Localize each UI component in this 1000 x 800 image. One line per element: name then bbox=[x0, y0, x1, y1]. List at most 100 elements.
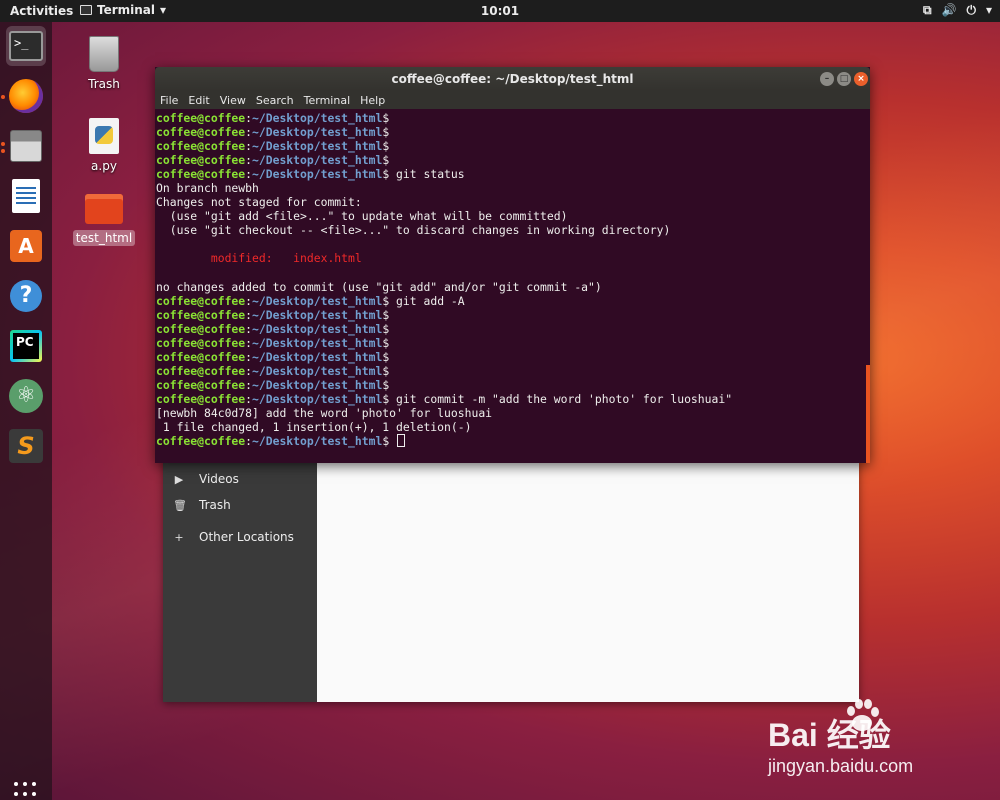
prompt-separator: : bbox=[245, 377, 253, 392]
software-store-icon: A bbox=[10, 230, 42, 262]
terminal-prompt-line: coffee@coffee:~/Desktop/test_html$ bbox=[156, 139, 869, 153]
prompt-command: $ bbox=[382, 125, 390, 140]
prompt-command: $ git commit -m "add the word 'photo' fo… bbox=[382, 391, 733, 406]
terminal-prompt-line: coffee@coffee:~/Desktop/test_html$ bbox=[156, 322, 869, 336]
prompt-path: ~/Desktop/test_html bbox=[252, 167, 383, 182]
terminal-output-line: 1 file changed, 1 insertion(+), 1 deleti… bbox=[156, 420, 869, 434]
terminal-prompt-line: coffee@coffee:~/Desktop/test_html$ git s… bbox=[156, 167, 869, 181]
folder-icon bbox=[85, 194, 123, 224]
prompt-command: $ bbox=[382, 321, 390, 336]
system-tray[interactable]: ⧉ 🔊 ⏻ ▾ bbox=[923, 3, 992, 18]
desktop-icon-label: test_html bbox=[72, 230, 136, 246]
desktop-icon-a-py[interactable]: a.py bbox=[72, 118, 136, 174]
prompt-path: ~/Desktop/test_html bbox=[252, 293, 383, 308]
dock-item-terminal[interactable]: >_ bbox=[6, 26, 46, 66]
dock: >_ A ? PC ⚛ S bbox=[0, 22, 52, 800]
prompt-command: $ bbox=[382, 111, 390, 125]
terminal-prompt-line: coffee@coffee:~/Desktop/test_html$ bbox=[156, 434, 869, 448]
prompt-separator: : bbox=[245, 139, 253, 154]
terminal-prompt-line: coffee@coffee:~/Desktop/test_html$ git c… bbox=[156, 392, 869, 406]
terminal-prompt-line: coffee@coffee:~/Desktop/test_html$ git a… bbox=[156, 294, 869, 308]
window-title: coffee@coffee: ~/Desktop/test_html bbox=[391, 72, 634, 86]
dock-item-sublime[interactable]: S bbox=[6, 426, 46, 466]
prompt-command: $ bbox=[382, 349, 390, 364]
files-content-area[interactable] bbox=[317, 460, 859, 702]
running-indicator bbox=[1, 95, 5, 99]
prompt-separator: : bbox=[245, 307, 253, 322]
chevron-down-icon: ▾ bbox=[985, 3, 992, 17]
prompt-separator: : bbox=[245, 111, 253, 125]
sublime-text-icon: S bbox=[9, 429, 43, 463]
desktop-icon-label: Trash bbox=[88, 77, 120, 91]
show-applications-icon[interactable] bbox=[14, 782, 38, 800]
dock-item-pycharm[interactable]: PC bbox=[6, 326, 46, 366]
close-button[interactable]: × bbox=[854, 72, 868, 86]
minimize-button[interactable]: – bbox=[820, 72, 834, 86]
prompt-command: $ bbox=[382, 307, 390, 322]
terminal-prompt-line: coffee@coffee:~/Desktop/test_html$ bbox=[156, 111, 869, 125]
prompt-separator: : bbox=[245, 434, 253, 449]
sidebar-item-videos[interactable]: ▶ Videos bbox=[173, 472, 239, 486]
prompt-separator: : bbox=[245, 349, 253, 364]
text-cursor bbox=[397, 434, 406, 448]
terminal-window: coffee@coffee: ~/Desktop/test_html – □ ×… bbox=[155, 67, 870, 463]
sidebar-item-trash[interactable]: 🗑 Trash bbox=[173, 498, 231, 512]
prompt-separator: : bbox=[245, 321, 253, 336]
scrollbar[interactable] bbox=[866, 365, 870, 463]
dock-item-files[interactable] bbox=[6, 126, 46, 166]
dock-item-software[interactable]: A bbox=[6, 226, 46, 266]
menu-edit[interactable]: Edit bbox=[188, 94, 209, 107]
prompt-separator: : bbox=[245, 391, 253, 406]
menu-help[interactable]: Help bbox=[360, 94, 385, 107]
prompt-separator: : bbox=[245, 167, 253, 182]
dock-item-atom[interactable]: ⚛ bbox=[6, 376, 46, 416]
terminal-output-line: (use "git add <file>..." to update what … bbox=[156, 209, 869, 223]
menu-search[interactable]: Search bbox=[256, 94, 294, 107]
video-icon: ▶ bbox=[174, 472, 184, 486]
terminal-output[interactable]: coffee@coffee:~/Desktop/test_html$ coffee… bbox=[155, 110, 870, 463]
terminal-prompt-line: coffee@coffee:~/Desktop/test_html$ bbox=[156, 336, 869, 350]
dock-item-help[interactable]: ? bbox=[6, 276, 46, 316]
sidebar-item-label: Trash bbox=[199, 498, 231, 512]
prompt-user-host: coffee@coffee bbox=[156, 363, 246, 378]
prompt-user-host: coffee@coffee bbox=[156, 153, 246, 168]
prompt-path: ~/Desktop/test_html bbox=[252, 139, 383, 154]
prompt-command: $ bbox=[382, 335, 390, 350]
modified-file-line: modified: index.html bbox=[156, 251, 362, 266]
maximize-button[interactable]: □ bbox=[837, 72, 851, 86]
baidu-watermark: Bai 经验 jingyan.baidu.com bbox=[768, 699, 968, 780]
menu-terminal[interactable]: Terminal bbox=[304, 94, 351, 107]
terminal-prompt-line: coffee@coffee:~/Desktop/test_html$ bbox=[156, 125, 869, 139]
output-text: Changes not staged for commit: bbox=[156, 195, 362, 210]
window-titlebar[interactable]: coffee@coffee: ~/Desktop/test_html – □ × bbox=[155, 67, 870, 91]
menu-file[interactable]: File bbox=[160, 94, 178, 107]
desktop-icon-trash[interactable]: Trash bbox=[72, 36, 136, 92]
clock[interactable]: 10:01 bbox=[0, 4, 1000, 18]
prompt-separator: : bbox=[245, 125, 253, 140]
output-text: no changes added to commit (use "git add… bbox=[156, 279, 602, 294]
atom-icon: ⚛ bbox=[9, 379, 43, 413]
plus-icon: + bbox=[174, 530, 184, 544]
power-icon: ⏻ bbox=[966, 3, 976, 17]
terminal-menubar: File Edit View Search Terminal Help bbox=[155, 91, 870, 109]
terminal-output-line: (use "git checkout -- <file>..." to disc… bbox=[156, 223, 869, 237]
sidebar-item-other-locations[interactable]: + Other Locations bbox=[173, 530, 294, 544]
prompt-path: ~/Desktop/test_html bbox=[252, 335, 383, 350]
menu-view[interactable]: View bbox=[220, 94, 246, 107]
trash-icon: 🗑 bbox=[173, 498, 187, 512]
prompt-separator: : bbox=[245, 335, 253, 350]
dock-item-writer[interactable] bbox=[6, 176, 46, 216]
files-window: ▶ Videos 🗑 Trash + Other Locations bbox=[163, 460, 859, 702]
prompt-path: ~/Desktop/test_html bbox=[252, 307, 383, 322]
dock-item-firefox[interactable] bbox=[6, 76, 46, 116]
prompt-path: ~/Desktop/test_html bbox=[252, 363, 383, 378]
output-text: 1 file changed, 1 insertion(+), 1 deleti… bbox=[156, 420, 472, 435]
prompt-command: $ bbox=[382, 153, 390, 168]
running-indicator bbox=[1, 149, 5, 153]
desktop-icon-test-html[interactable]: test_html bbox=[72, 190, 136, 246]
running-indicator bbox=[1, 142, 5, 146]
desktop-icon-label: a.py bbox=[91, 159, 117, 173]
prompt-user-host: coffee@coffee bbox=[156, 307, 246, 322]
sidebar-item-label: Other Locations bbox=[199, 530, 294, 544]
